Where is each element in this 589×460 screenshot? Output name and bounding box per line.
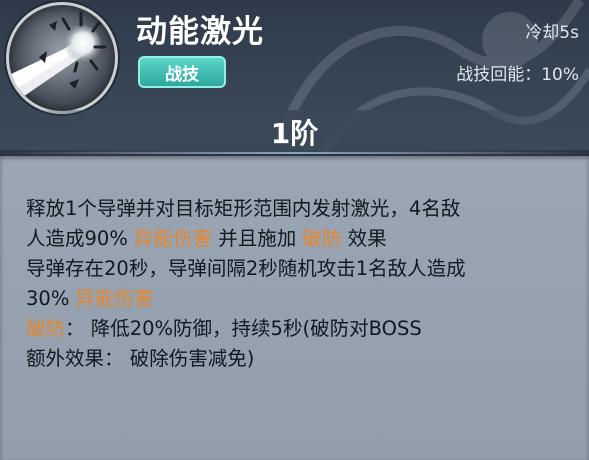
skill-type-badge: 战技 [138,56,226,88]
keyword-armor-break: 破防 [302,227,342,250]
description-line: 额外效果： 破除伤害减免) [26,347,255,370]
laser-beam-icon [6,2,118,114]
keyword-psionic-damage: 异能伤害 [134,227,213,250]
description-line: 破防： 降低20%防御，持续5秒(破防对BOSS [26,317,422,340]
skill-description: 释放1个导弹并对目标矩形范围内发射激光，4名敌 人造成90% 异能伤害 并且施加… [26,194,586,374]
description-line: 导弹存在20秒，导弹间隔2秒随机攻击1名敌人造成 [26,257,466,280]
keyword-psionic-damage: 异能伤害 [75,287,154,310]
energy-label: 战技回能： [456,65,542,85]
keyword-armor-break: 破防 [26,317,66,340]
description-line: 释放1个导弹并对目标矩形范围内发射激光，4名敌 [26,197,461,220]
energy-recovery: 战技回能：10% [456,60,579,85]
description-line: 30% 异能伤害 [26,287,154,310]
description-line: 人造成90% 异能伤害 并且施加 破防 效果 [26,227,387,250]
skill-title: 动能激光 [136,14,264,50]
skill-level: 1阶 [270,117,319,150]
energy-value: 10% [541,65,579,85]
cooldown-text: 冷却5s [525,23,579,43]
